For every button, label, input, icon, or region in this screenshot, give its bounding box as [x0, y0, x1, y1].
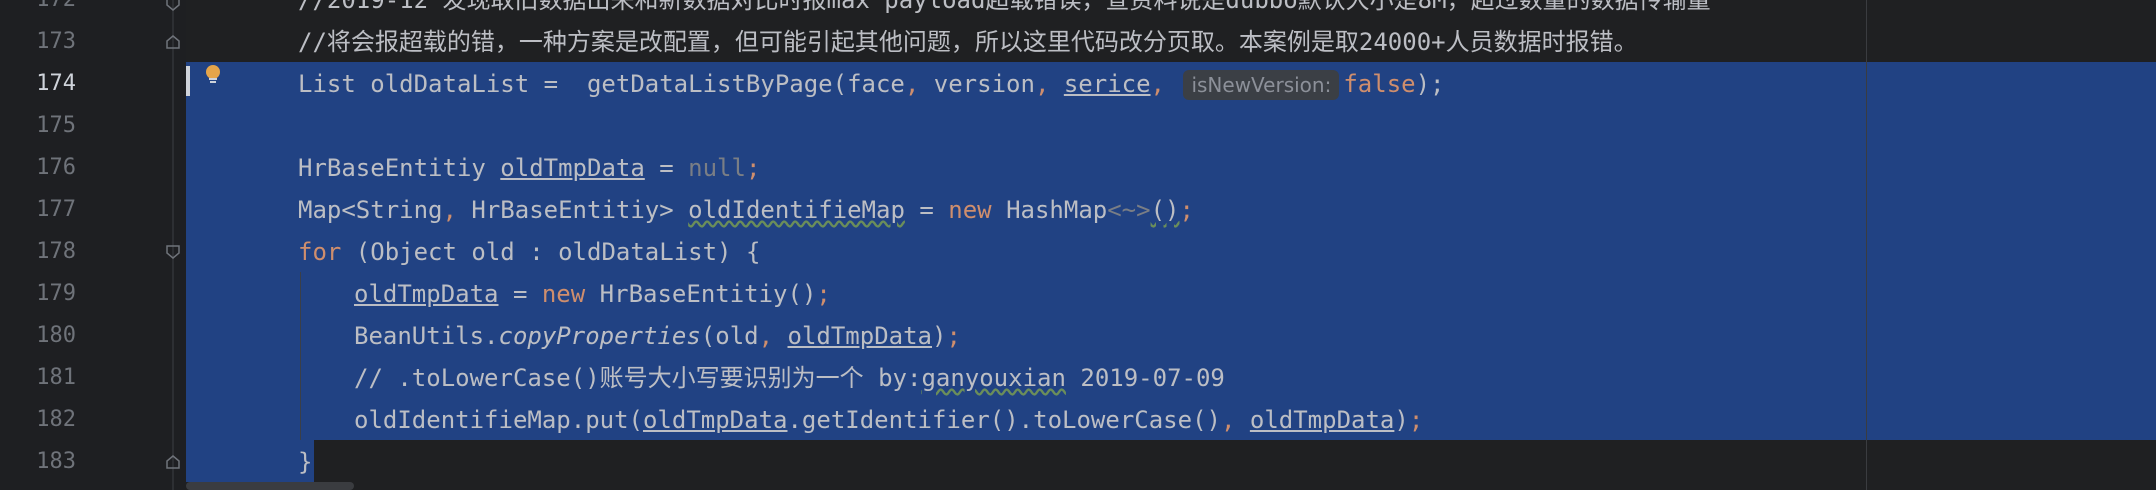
line-number: 181 [36, 365, 76, 390]
change-marker [186, 66, 190, 96]
code-text: Map<String, HrBaseEntitiy> oldIdentifieM… [298, 189, 1194, 231]
code-line-173[interactable]: 173 //将会报超载的错，一种方案是改配置，但可能引起其他问题，所以这里代码改… [0, 21, 2156, 63]
fold-marker-icon[interactable] [165, 0, 181, 12]
code-line-177[interactable]: 177 Map<String, HrBaseEntitiy> oldIdenti… [0, 189, 2156, 231]
code-token: (old [700, 322, 759, 350]
code-token: , [442, 196, 472, 224]
code-token: <~> [1107, 196, 1151, 224]
comment-text: //将会报超载的错，一种方案是改配置，但可能引起其他问题，所以这里代码改分页取。… [298, 28, 1638, 56]
code-token: = [498, 280, 542, 308]
line-number: 179 [36, 281, 76, 306]
fold-marker-icon[interactable] [165, 454, 181, 470]
line-number: 173 [36, 29, 76, 54]
code-token: false [1343, 70, 1416, 98]
code-token: copyProperties [498, 322, 701, 350]
code-token: 2019-07-09 [1065, 364, 1225, 392]
line-number: 183 [36, 449, 76, 474]
code-text: oldTmpData = new HrBaseEntitiy(); [354, 273, 831, 315]
code-token: oldTmpData [500, 154, 645, 182]
code-token: List oldDataList = getDataListByPage(fac… [298, 70, 905, 98]
code-token: , [904, 70, 934, 98]
code-token: serice [1063, 70, 1151, 98]
line-number: 182 [36, 407, 76, 432]
code-token: version [933, 70, 1035, 98]
code-token: BeanUtils. [354, 322, 499, 350]
code-token: ) [1394, 406, 1409, 434]
line-number: 177 [36, 197, 76, 222]
line-number: 175 [36, 113, 76, 138]
code-text: HrBaseEntitiy oldTmpData = null; [298, 147, 760, 189]
fold-marker-icon[interactable] [165, 34, 181, 50]
lightbulb-icon[interactable] [203, 64, 223, 84]
code-token: ; [816, 280, 831, 308]
code-token: new [948, 196, 992, 224]
code-token: HashMap [991, 196, 1108, 224]
code-token: = [904, 196, 949, 224]
code-line-175[interactable]: 175 [0, 105, 2156, 147]
code-line-176[interactable]: 176 HrBaseEntitiy oldTmpData = null; [0, 147, 2156, 189]
code-token: HrBaseEntitiy() [585, 280, 817, 308]
code-token: , [758, 322, 788, 350]
code-line-172[interactable]: 172 //2019-12 发现取旧数据出来和新数据对比时报max payloa… [0, 0, 2156, 21]
code-text: oldIdentifieMap.put(oldTmpData.getIdenti… [354, 399, 1423, 441]
line-number: 172 [0, 0, 76, 21]
parameter-hint: isNewVersion: [1183, 70, 1340, 100]
code-token: oldIdentifieMap [688, 196, 905, 224]
code-token: new [541, 280, 586, 308]
code-text: BeanUtils.copyProperties(old, oldTmpData… [354, 315, 961, 357]
line-number: 180 [36, 323, 76, 348]
code-token: oldIdentifieMap.put( [354, 406, 643, 434]
code-token: , [1220, 406, 1250, 434]
code-line-180[interactable]: 180 BeanUtils.copyProperties(old, oldTmp… [0, 315, 2156, 357]
code-text: } [298, 448, 313, 476]
code-token: Map<String [298, 196, 443, 224]
code-token: ; [1179, 196, 1194, 224]
line-number: 174 [36, 71, 76, 96]
code-token: oldTmpData [1249, 406, 1395, 434]
code-text: for (Object old : oldDataList) { [298, 231, 760, 273]
code-token: .getIdentifier().toLowerCase() [787, 406, 1221, 434]
code-token: null [688, 154, 746, 182]
code-token: ) [932, 322, 947, 350]
code-line-174[interactable]: 174 List oldDataList = getDataListByPage… [0, 63, 2156, 105]
code-token: (Object old : oldDataList) { [341, 238, 761, 266]
code-token: ; [745, 154, 761, 182]
code-token: // .toLowerCase()账号大小写要识别为一个 by: [354, 364, 922, 392]
code-token: oldTmpData [787, 322, 933, 350]
code-editor[interactable]: 172 //2019-12 发现取旧数据出来和新数据对比时报max payloa… [0, 0, 2156, 490]
code-token: , [1150, 70, 1180, 98]
code-token: oldTmpData [642, 406, 788, 434]
code-token: () [1150, 196, 1180, 224]
code-token: oldTmpData [354, 280, 499, 308]
code-token: ); [1415, 70, 1445, 98]
code-token: for [298, 238, 342, 266]
code-line-183[interactable]: 183 } [0, 441, 2156, 483]
horizontal-scrollbar[interactable] [186, 482, 354, 490]
code-line-181[interactable]: 181 // .toLowerCase()账号大小写要识别为一个 by:gany… [0, 357, 2156, 399]
code-token: HrBaseEntitiy> [471, 196, 689, 224]
line-number: 178 [36, 239, 76, 264]
code-line-179[interactable]: 179 oldTmpData = new HrBaseEntitiy(); [0, 273, 2156, 315]
code-token: ; [1408, 406, 1424, 434]
code-token: = [644, 154, 689, 182]
code-token: HrBaseEntitiy [298, 154, 501, 182]
code-token: , [1034, 70, 1064, 98]
code-token: ; [946, 322, 961, 350]
line-number: 176 [36, 155, 76, 180]
code-text: List oldDataList = getDataListByPage(fac… [298, 63, 1445, 105]
code-token: ganyouxian [921, 364, 1066, 392]
comment-text: //2019-12 发现取旧数据出来和新数据对比时报max payload超载错… [298, 0, 1711, 14]
code-text: // .toLowerCase()账号大小写要识别为一个 by:ganyouxi… [354, 357, 1225, 399]
code-line-182[interactable]: 182 oldIdentifieMap.put(oldTmpData.getId… [0, 399, 2156, 441]
code-line-178[interactable]: 178 for (Object old : oldDataList) { [0, 231, 2156, 273]
fold-marker-icon[interactable] [165, 244, 181, 260]
